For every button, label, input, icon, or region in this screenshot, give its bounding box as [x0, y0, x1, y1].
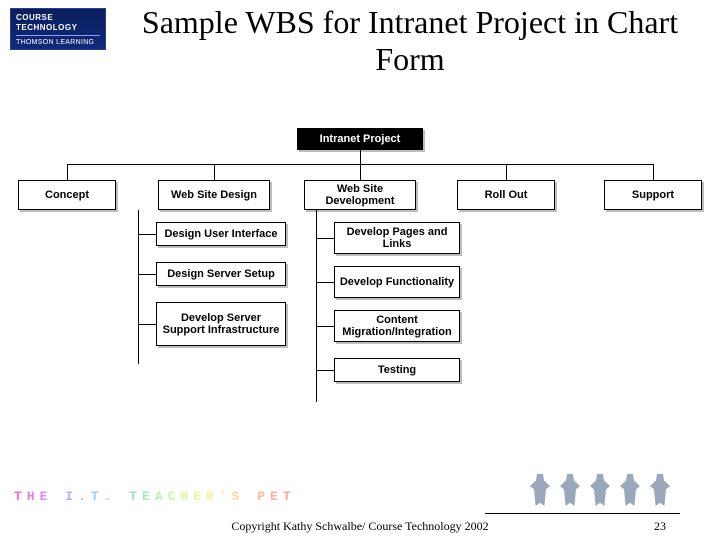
wbs-l1-support: Support — [604, 180, 702, 210]
figure-icon — [620, 474, 640, 506]
figure-icon — [650, 474, 670, 506]
wbs-dev-child-content: Content Migration/Integration — [334, 310, 460, 342]
wbs-l1-design: Web Site Design — [158, 180, 270, 210]
page-number: 23 — [654, 519, 666, 534]
figure-icon — [590, 474, 610, 506]
connector — [316, 370, 334, 371]
connector — [316, 282, 334, 283]
logo-line3: THOMSON LEARNING — [16, 39, 100, 47]
logo-line1: COURSE — [16, 13, 53, 22]
slide-title: Sample WBS for Intranet Project in Chart… — [110, 4, 710, 78]
wbs-dev-child-functionality: Develop Functionality — [334, 266, 460, 298]
connector — [506, 164, 507, 180]
copyright-text: Copyright Kathy Schwalbe/ Course Technol… — [0, 519, 720, 534]
wbs-design-child-support-infra: Develop Server Support Infrastructure — [156, 302, 286, 346]
wbs-chart: Intranet Project Concept Web Site Design… — [0, 110, 720, 420]
connector — [360, 164, 361, 180]
wbs-l1-development: Web Site Development — [304, 180, 416, 210]
brand-logo-top: COURSE TECHNOLOGY THOMSON LEARNING — [10, 8, 106, 50]
wbs-root: Intranet Project — [297, 128, 423, 150]
footer-brand: THE I.T. TEACHER'S PET — [14, 489, 296, 504]
wbs-design-child-server-setup: Design Server Setup — [156, 262, 286, 286]
wbs-design-child-ui: Design User Interface — [156, 222, 286, 246]
figure-icon — [530, 474, 550, 506]
connector — [138, 234, 156, 235]
wbs-l1-rollout: Roll Out — [457, 180, 555, 210]
figure-icon — [560, 474, 580, 506]
connector — [316, 326, 334, 327]
connector — [653, 164, 654, 180]
wbs-l1-concept: Concept — [18, 180, 116, 210]
footer-figures-art — [530, 474, 670, 506]
connector — [360, 150, 361, 164]
footer-divider — [485, 513, 680, 514]
connector — [67, 164, 68, 180]
wbs-dev-child-testing: Testing — [334, 358, 460, 382]
logo-line2: TECHNOLOGY — [16, 23, 77, 32]
connector — [316, 238, 334, 239]
connector — [138, 274, 156, 275]
wbs-dev-child-pages: Develop Pages and Links — [334, 222, 460, 254]
connector — [138, 324, 156, 325]
connector — [214, 164, 215, 180]
